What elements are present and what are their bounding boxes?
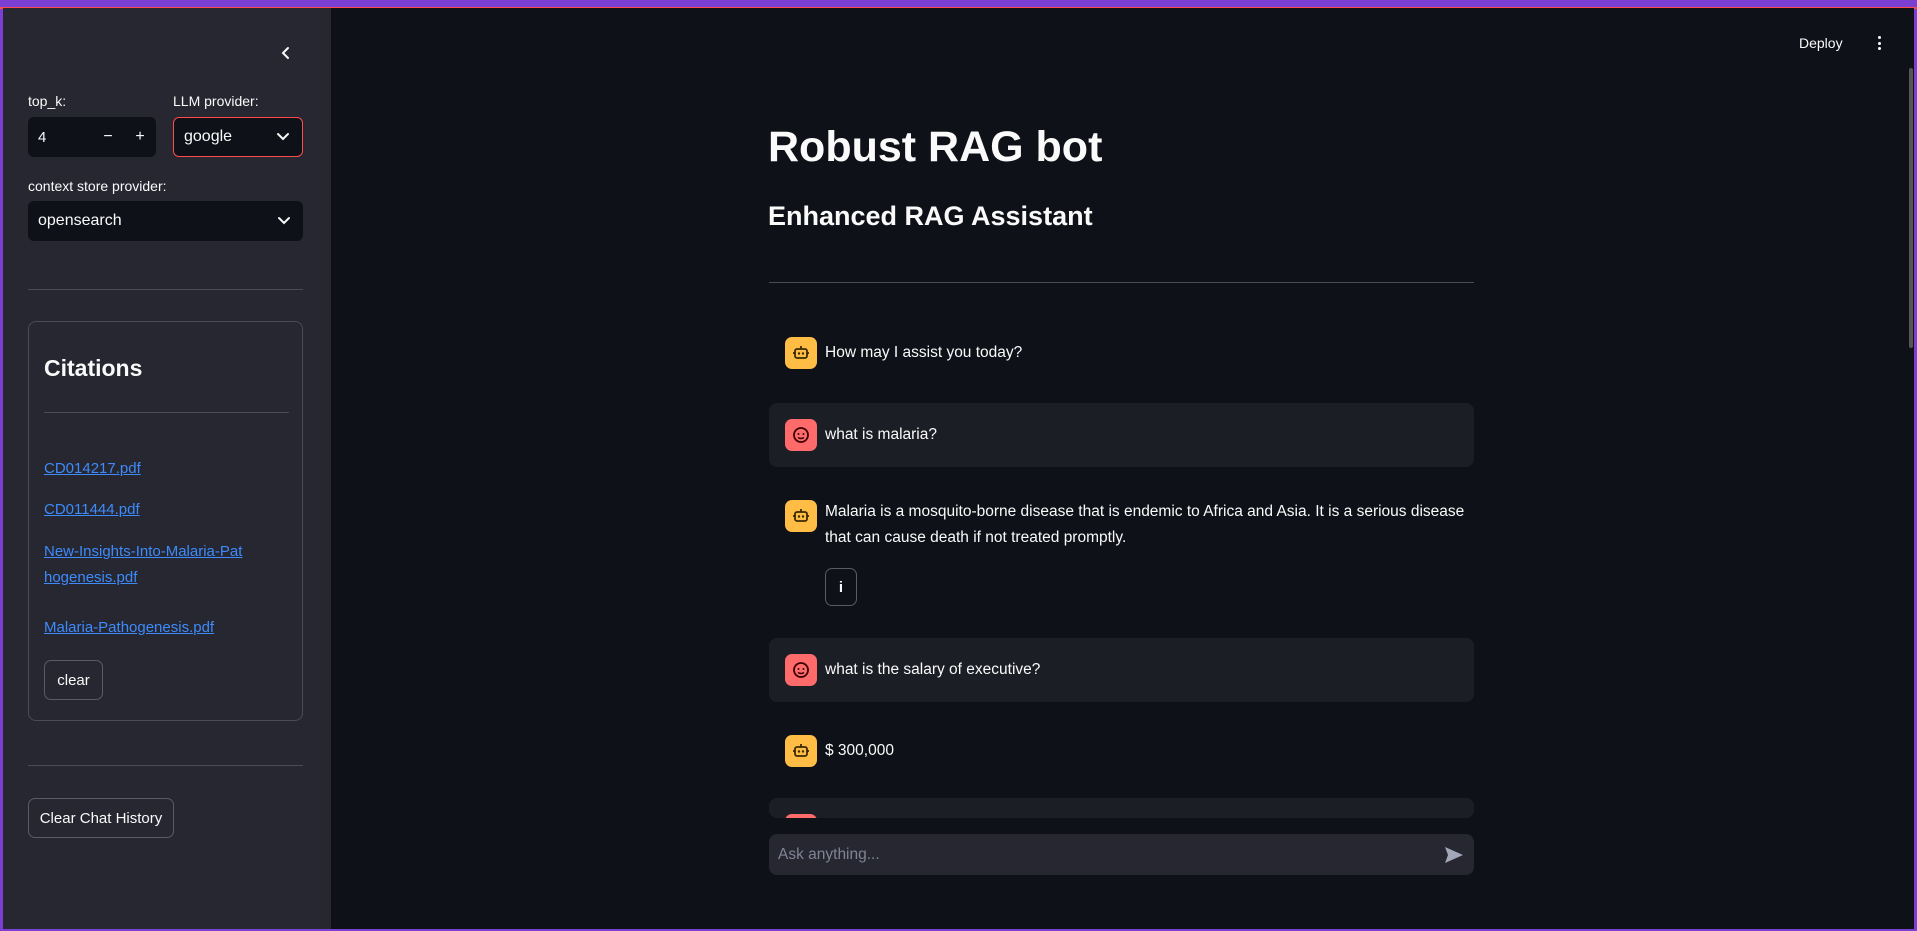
increment-button[interactable]: +	[124, 128, 156, 146]
llm-provider-label: LLM provider:	[173, 93, 259, 109]
sidebar: top_k: 4 − + LLM provider: google contex…	[3, 8, 331, 929]
citation-link[interactable]: New-Insights-Into-Malaria-Pathogenesis.p…	[44, 539, 244, 591]
page-title: Robust RAG bot	[768, 123, 1103, 171]
chat-message-user: what is malaria?	[769, 403, 1474, 467]
chat-message-assistant: Malaria is a mosquito-borne disease that…	[769, 486, 1474, 616]
bot-avatar-icon	[785, 337, 817, 369]
citation-link[interactable]: Malaria-Pathogenesis.pdf	[44, 615, 244, 641]
app-window: top_k: 4 − + LLM provider: google contex…	[3, 8, 1914, 929]
chat-message-assistant: $ 300,000	[769, 721, 1474, 781]
bot-avatar-icon	[785, 735, 817, 767]
decrement-button[interactable]: −	[92, 128, 124, 146]
main-menu-icon[interactable]	[1871, 33, 1887, 53]
bot-avatar-icon	[785, 500, 817, 532]
divider	[28, 765, 303, 766]
top-k-label: top_k:	[28, 93, 67, 109]
send-icon	[1445, 846, 1463, 863]
divider	[44, 412, 289, 413]
chat-input-container	[769, 834, 1474, 875]
deploy-button[interactable]: Deploy	[1799, 35, 1843, 51]
page-subtitle: Enhanced RAG Assistant	[768, 201, 1093, 231]
message-text: How may I assist you today?	[825, 344, 1023, 361]
chat-message-assistant: How may I assist you today?	[769, 323, 1474, 383]
citation-link[interactable]: CD014217.pdf	[44, 456, 244, 482]
chat-input[interactable]	[769, 845, 1434, 864]
scrollbar[interactable]	[1909, 68, 1913, 348]
message-text: $ 300,000	[825, 742, 894, 759]
user-avatar-icon	[785, 814, 817, 818]
send-button[interactable]	[1434, 846, 1474, 864]
message-text: what is the salary of executive?	[825, 661, 1041, 678]
top-k-stepper[interactable]: 4 − +	[28, 117, 156, 157]
chevron-left-icon	[281, 47, 289, 59]
llm-provider-select[interactable]: google	[173, 117, 303, 157]
chevron-down-icon	[277, 133, 289, 141]
clear-chat-history-button[interactable]: Clear Chat History	[28, 798, 174, 838]
citation-link[interactable]: CD011444.pdf	[44, 497, 244, 523]
top-k-value[interactable]: 4	[28, 129, 92, 146]
context-store-value: opensearch	[38, 212, 122, 229]
chat-message-user: what is the salary of executive?	[769, 638, 1474, 702]
message-text: what is malaria?	[825, 426, 937, 443]
info-button[interactable]: i	[825, 568, 857, 606]
message-text: Malaria is a mosquito-borne disease that…	[825, 503, 1465, 546]
citations-title: Citations	[44, 355, 143, 381]
clear-citations-button[interactable]: clear	[44, 660, 103, 700]
divider	[28, 289, 303, 290]
citations-panel: Citations CD014217.pdf CD011444.pdf New-…	[28, 321, 303, 721]
collapse-sidebar-button[interactable]	[271, 38, 301, 68]
divider	[769, 282, 1474, 283]
chat-message-user	[769, 798, 1474, 818]
llm-provider-value: google	[184, 128, 233, 145]
chevron-down-icon	[278, 217, 290, 225]
user-avatar-icon	[785, 419, 817, 451]
user-avatar-icon	[785, 654, 817, 686]
context-store-select[interactable]: opensearch	[28, 201, 303, 241]
context-store-label: context store provider:	[28, 178, 167, 194]
